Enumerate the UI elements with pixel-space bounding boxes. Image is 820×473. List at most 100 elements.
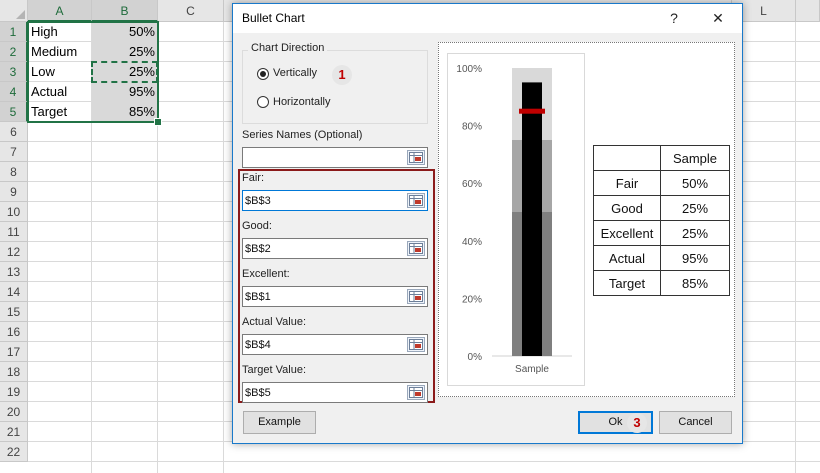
range-select-icon[interactable] <box>407 289 425 304</box>
series-names-field[interactable] <box>242 147 428 168</box>
actual-value-label: Actual Value: <box>242 316 307 328</box>
fill-handle[interactable] <box>154 118 162 126</box>
range-select-icon[interactable] <box>407 385 425 400</box>
y-tick-label: 60% <box>462 179 482 190</box>
vertically-radio[interactable] <box>257 68 269 80</box>
row-header-21[interactable]: 21 <box>0 422 28 442</box>
series-names-label: Series Names (Optional) <box>242 129 363 141</box>
preview-panel: 0% 20% 40% 60% 80% 100% Sample Sample Fair 50% Go… <box>438 42 735 397</box>
fair-label: Fair: <box>242 172 264 184</box>
sample-table: Sample Fair 50% Good 25% Excellent 25% Actual 95… <box>593 145 730 296</box>
target-marker <box>519 108 545 114</box>
row-header-9[interactable]: 9 <box>0 182 28 202</box>
table-cell-value: 25% <box>660 195 730 221</box>
row-header-16[interactable]: 16 <box>0 322 28 342</box>
table-header-row: Sample <box>593 145 730 171</box>
row-header-15[interactable]: 15 <box>0 302 28 322</box>
row-header-8[interactable]: 8 <box>0 162 28 182</box>
table-corner-cell <box>593 145 661 171</box>
chart-direction-label: Chart Direction <box>248 42 328 54</box>
fair-input[interactable] <box>245 192 395 209</box>
vertically-label[interactable]: Vertically <box>273 67 317 79</box>
range-select-icon[interactable] <box>407 150 425 165</box>
cancel-button[interactable]: Cancel <box>659 411 732 434</box>
actual-value-input[interactable] <box>245 336 395 353</box>
grid-line-col <box>223 22 224 473</box>
column-header-c[interactable]: C <box>158 0 224 22</box>
chart-area: 0% 20% 40% 60% 80% 100% Sample <box>447 53 585 386</box>
bullet-chart: 0% 20% 40% 60% 80% 100% Sample <box>456 64 572 375</box>
table-cell-name: Actual <box>593 245 661 271</box>
row-header-5[interactable]: 5 <box>0 102 28 122</box>
row-header-7[interactable]: 7 <box>0 142 28 162</box>
column-header-b[interactable]: B <box>92 0 158 22</box>
target-value-field[interactable] <box>242 382 428 403</box>
dialog-title: Bullet Chart <box>242 11 305 25</box>
excellent-input[interactable] <box>245 288 395 305</box>
row-header-13[interactable]: 13 <box>0 262 28 282</box>
row-header-12[interactable]: 12 <box>0 242 28 262</box>
y-tick-label: 100% <box>456 64 482 75</box>
actual-bar <box>522 82 542 357</box>
good-field[interactable] <box>242 238 428 259</box>
y-tick-label: 40% <box>462 237 482 248</box>
column-header-a[interactable]: A <box>28 0 92 22</box>
table-cell-name: Excellent <box>593 220 661 246</box>
table-cell-value: 25% <box>660 220 730 246</box>
range-select-icon[interactable] <box>407 241 425 256</box>
row-header-20[interactable]: 20 <box>0 402 28 422</box>
row-header-2[interactable]: 2 <box>0 42 28 62</box>
y-tick-label: 20% <box>462 294 482 305</box>
row-header-19[interactable]: 19 <box>0 382 28 402</box>
table-cell-value: 95% <box>660 245 730 271</box>
row-header-10[interactable]: 10 <box>0 202 28 222</box>
range-select-icon[interactable] <box>407 193 425 208</box>
copy-marquee <box>91 61 158 83</box>
fair-field[interactable] <box>242 190 428 211</box>
table-row: Good 25% <box>593 195 730 221</box>
table-cell-name: Fair <box>593 170 661 196</box>
target-value-label: Target Value: <box>242 364 307 376</box>
grid-line-col <box>795 22 796 473</box>
row-header-22[interactable]: 22 <box>0 442 28 462</box>
row-header-3[interactable]: 3 <box>0 62 28 82</box>
help-button[interactable]: ? <box>659 4 689 33</box>
bullet-chart-dialog: Bullet Chart ? ✕ Chart Direction Vertica… <box>232 3 743 444</box>
ok-label: Ok <box>608 416 623 428</box>
excellent-field[interactable] <box>242 286 428 307</box>
table-row: Excellent 25% <box>593 220 730 246</box>
row-header-18[interactable]: 18 <box>0 362 28 382</box>
grid-line-row <box>28 461 820 462</box>
table-cell-name: Good <box>593 195 661 221</box>
chart-direction-group <box>242 50 428 124</box>
dialog-titlebar[interactable]: Bullet Chart ? ✕ <box>233 4 742 33</box>
select-all-corner[interactable] <box>0 0 28 22</box>
y-tick-label: 80% <box>462 122 482 133</box>
row-header-14[interactable]: 14 <box>0 282 28 302</box>
table-cell-value: 85% <box>660 270 730 296</box>
target-value-input[interactable] <box>245 384 395 401</box>
column-header-m[interactable] <box>796 0 820 22</box>
row-header-17[interactable]: 17 <box>0 342 28 362</box>
horizontally-label[interactable]: Horizontally <box>273 96 330 108</box>
table-row: Actual 95% <box>593 245 730 271</box>
row-header-1[interactable]: 1 <box>0 22 28 42</box>
good-label: Good: <box>242 220 272 232</box>
x-category-label: Sample <box>515 364 549 375</box>
table-cell-name: Target <box>593 270 661 296</box>
y-tick-label: 0% <box>468 352 483 363</box>
range-select-icon[interactable] <box>407 337 425 352</box>
row-header-4[interactable]: 4 <box>0 82 28 102</box>
table-row: Fair 50% <box>593 170 730 196</box>
row-header-11[interactable]: 11 <box>0 222 28 242</box>
example-button[interactable]: Example <box>243 411 316 434</box>
table-cell-value: 50% <box>660 170 730 196</box>
close-button[interactable]: ✕ <box>703 4 733 33</box>
row-header-6[interactable]: 6 <box>0 122 28 142</box>
series-names-input[interactable] <box>245 149 395 166</box>
actual-value-field[interactable] <box>242 334 428 355</box>
excellent-label: Excellent: <box>242 268 290 280</box>
good-input[interactable] <box>245 240 395 257</box>
step-badge-1: 1 <box>332 65 352 85</box>
horizontally-radio[interactable] <box>257 96 269 108</box>
